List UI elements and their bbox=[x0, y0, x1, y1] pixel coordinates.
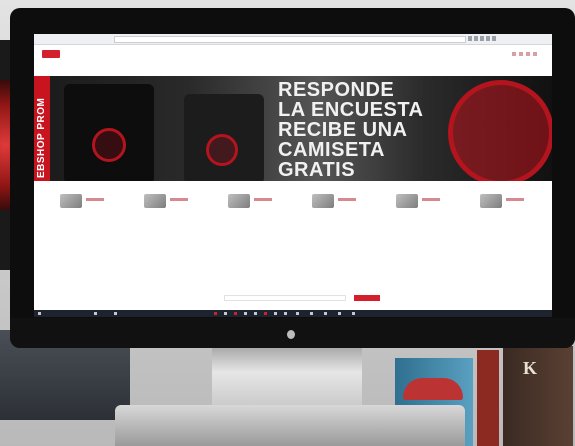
taskbar-app-icon[interactable] bbox=[114, 312, 117, 315]
hero-side-strip: EBSHOP PROM bbox=[34, 76, 50, 181]
taskbar-app-icon[interactable] bbox=[224, 312, 227, 315]
taskbar-app-icon[interactable] bbox=[264, 312, 267, 315]
hero-line: RESPONDE bbox=[278, 79, 395, 101]
browser-toolbar bbox=[34, 34, 552, 45]
apple-logo-icon bbox=[287, 330, 295, 339]
screen: EBSHOP PROM RESPONDE LA ENCUESTA RECIBE … bbox=[34, 34, 552, 317]
taskbar-app-icon[interactable] bbox=[284, 312, 287, 315]
product-card[interactable] bbox=[310, 192, 390, 272]
pagination-button[interactable] bbox=[354, 295, 380, 301]
taskbar-app-icon[interactable] bbox=[352, 312, 355, 315]
taskbar bbox=[34, 310, 552, 317]
product-image[interactable] bbox=[396, 194, 418, 208]
hero-line: GRATIS bbox=[278, 159, 356, 181]
pagination bbox=[224, 295, 384, 301]
product-brand-logo bbox=[422, 198, 440, 201]
product-image[interactable] bbox=[228, 194, 250, 208]
hero-line: RECIBE UNA bbox=[278, 119, 408, 141]
product-brand-logo bbox=[86, 198, 104, 201]
taskbar-app-icon[interactable] bbox=[310, 312, 313, 315]
product-image[interactable] bbox=[144, 194, 166, 208]
taskbar-app-icon[interactable] bbox=[296, 312, 299, 315]
header-links[interactable] bbox=[512, 52, 538, 56]
address-bar[interactable] bbox=[114, 36, 466, 43]
product-image[interactable] bbox=[480, 194, 502, 208]
product-image[interactable] bbox=[60, 194, 82, 208]
taskbar-app-icon[interactable] bbox=[94, 312, 97, 315]
book bbox=[477, 350, 499, 446]
browser-toolbar-icons[interactable] bbox=[468, 36, 498, 41]
start-icon[interactable] bbox=[38, 312, 41, 315]
hero-side-label: EBSHOP PROM bbox=[36, 97, 47, 178]
product-card[interactable] bbox=[478, 192, 552, 272]
hero-banner[interactable]: EBSHOP PROM RESPONDE LA ENCUESTA RECIBE … bbox=[34, 76, 552, 181]
site-logo[interactable] bbox=[42, 50, 60, 58]
hero-headline: RESPONDE LA ENCUESTA RECIBE UNA CAMISETA… bbox=[278, 80, 498, 180]
main-nav bbox=[34, 66, 552, 74]
pagination-field[interactable] bbox=[224, 295, 346, 301]
hero-line: CAMISETA bbox=[278, 139, 385, 161]
product-card[interactable] bbox=[226, 192, 306, 272]
product-brand-logo bbox=[170, 198, 188, 201]
monitor-foot bbox=[115, 405, 465, 446]
product-card[interactable] bbox=[394, 192, 474, 272]
product-brand-logo bbox=[506, 198, 524, 201]
hero-logo-print bbox=[206, 134, 238, 166]
product-grid bbox=[34, 192, 552, 272]
hero-line: LA ENCUESTA bbox=[278, 99, 424, 121]
product-card[interactable] bbox=[58, 192, 138, 272]
taskbar-app-icon[interactable] bbox=[214, 312, 217, 315]
taskbar-app-icon[interactable] bbox=[254, 312, 257, 315]
book: K bbox=[503, 346, 573, 446]
hero-logo-print bbox=[92, 128, 126, 162]
taskbar-app-icon[interactable] bbox=[338, 312, 341, 315]
product-brand-logo bbox=[254, 198, 272, 201]
taskbar-app-icon[interactable] bbox=[234, 312, 237, 315]
product-brand-logo bbox=[338, 198, 356, 201]
product-card[interactable] bbox=[142, 192, 222, 272]
taskbar-app-icon[interactable] bbox=[274, 312, 277, 315]
taskbar-app-icon[interactable] bbox=[244, 312, 247, 315]
product-image[interactable] bbox=[312, 194, 334, 208]
taskbar-app-icon[interactable] bbox=[324, 312, 327, 315]
monitor-stand bbox=[212, 348, 362, 408]
